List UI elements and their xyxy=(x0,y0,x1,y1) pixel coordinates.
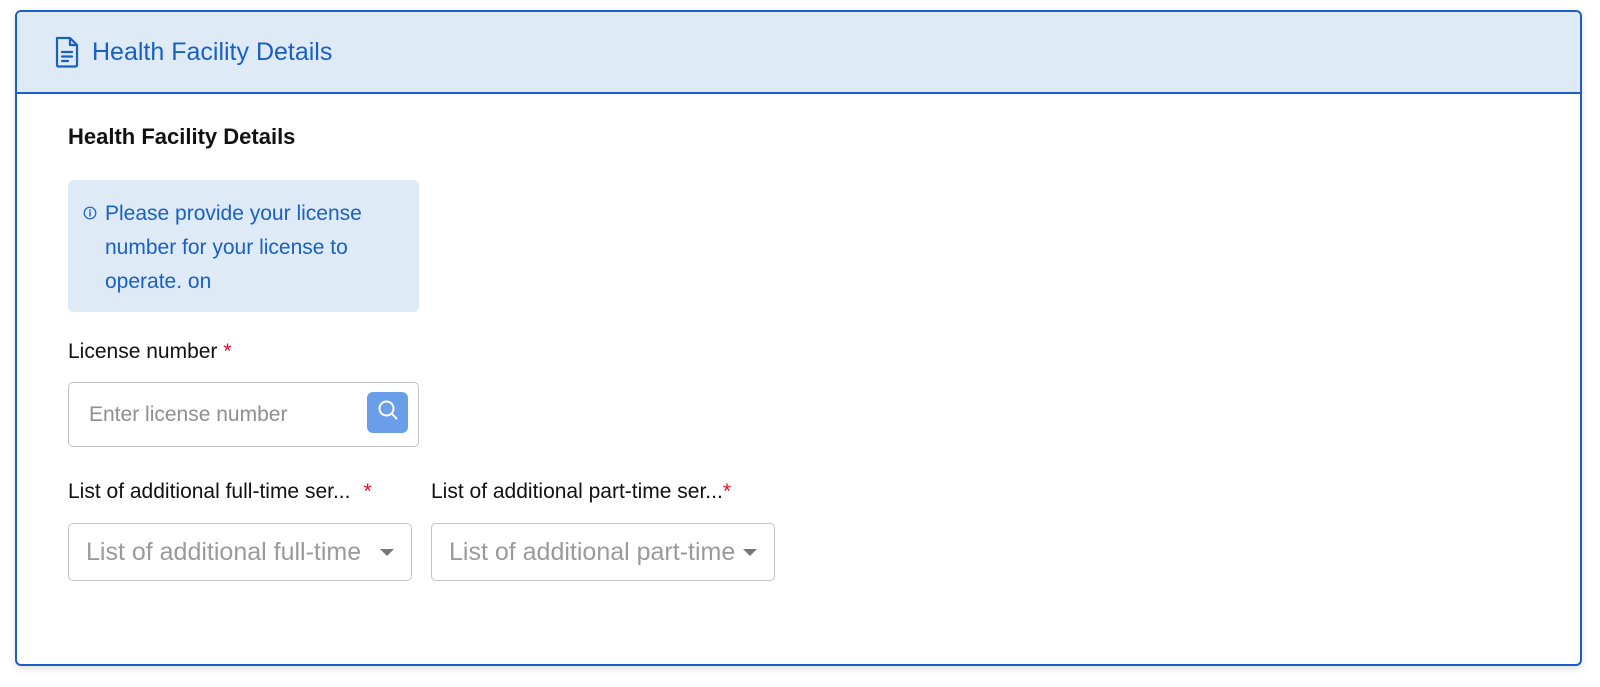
required-mark: * xyxy=(223,340,232,363)
section-title: Health Facility Details xyxy=(68,124,296,149)
required-mark: * xyxy=(363,480,372,503)
license-number-field xyxy=(68,382,419,447)
license-number-label-text: License number xyxy=(68,340,218,363)
info-alert: Please provide your license number for y… xyxy=(68,180,419,312)
full-time-services-select[interactable]: List of additional full-time xyxy=(68,523,412,581)
chevron-down-icon xyxy=(743,549,757,556)
part-time-services-placeholder: List of additional part-time xyxy=(449,538,736,566)
full-time-services-placeholder: List of additional full-time xyxy=(86,538,362,566)
license-search-button[interactable] xyxy=(367,392,408,433)
license-number-input[interactable] xyxy=(89,383,349,446)
required-mark: * xyxy=(722,480,731,503)
card-title: Health Facility Details xyxy=(92,37,333,66)
health-facility-card: Health Facility Details Health Facility … xyxy=(15,10,1582,666)
document-icon xyxy=(54,36,80,68)
license-number-label: License number * xyxy=(68,340,232,364)
card-header: Health Facility Details xyxy=(17,12,1580,94)
chevron-down-icon xyxy=(380,549,394,556)
part-time-services-label: List of additional part-time ser...* xyxy=(431,480,731,504)
part-time-services-label-text: List of additional part-time ser... xyxy=(431,480,723,503)
info-icon xyxy=(83,206,97,220)
search-icon xyxy=(377,399,399,426)
info-text: Please provide your license number for y… xyxy=(105,202,362,293)
full-time-services-label: List of additional full-time ser... * xyxy=(68,480,372,504)
full-time-services-label-text: List of additional full-time ser... xyxy=(68,480,351,503)
part-time-services-select[interactable]: List of additional part-time xyxy=(431,523,775,581)
